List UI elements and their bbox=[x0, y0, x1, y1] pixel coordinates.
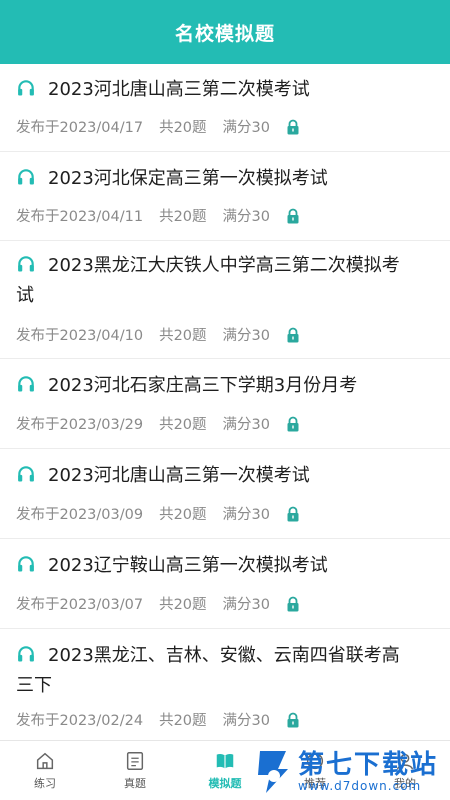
watermark-url: www.d7down.com bbox=[298, 779, 422, 793]
tab-label: 模拟题 bbox=[208, 777, 242, 790]
headphones-icon bbox=[18, 256, 34, 272]
exam-paper-icon bbox=[126, 752, 144, 770]
exam-title-text: 2023黑龙江大庆铁人中学高三第二次模拟考 bbox=[48, 255, 400, 276]
lock-icon bbox=[287, 506, 299, 521]
exam-question-count: 共20题 bbox=[159, 209, 207, 225]
exam-date: 发布于2023/02/24 bbox=[16, 713, 144, 729]
headphones-icon bbox=[18, 376, 34, 392]
exam-item[interactable]: 2023河北唐山高三第二次模考试 发布于2023/04/17 共20题 满分30 bbox=[0, 64, 450, 152]
exam-date: 发布于2023/03/07 bbox=[16, 597, 144, 613]
exam-title-text: 2023黑龙江、吉林、安徽、云南四省联考高 bbox=[48, 645, 400, 666]
lock-icon bbox=[287, 208, 299, 223]
exam-full-score: 满分30 bbox=[222, 120, 270, 136]
page-title: 名校模拟题 bbox=[174, 22, 275, 45]
exam-title-text: 2023辽宁鞍山高三第一次模拟考试 bbox=[48, 555, 328, 576]
exam-title: 2023河北石家庄高三下学期3月份月考 bbox=[16, 371, 434, 401]
watermark-logo-icon bbox=[258, 751, 288, 793]
headphones-icon bbox=[18, 646, 34, 662]
tab-label: 练习 bbox=[34, 777, 56, 790]
exam-item[interactable]: 2023黑龙江大庆铁人中学高三第二次模拟考 试 发布于2023/04/10 共2… bbox=[0, 241, 450, 359]
exam-full-score: 满分30 bbox=[222, 328, 270, 344]
exam-question-count: 共20题 bbox=[159, 713, 207, 729]
exam-title-text: 2023河北唐山高三第二次模考试 bbox=[48, 79, 310, 100]
exam-meta: 发布于2023/03/07 共20题 满分30 bbox=[16, 593, 434, 614]
lock-icon bbox=[287, 416, 299, 431]
exam-full-score: 满分30 bbox=[222, 507, 270, 523]
exam-item[interactable]: 2023黑龙江、吉林、安徽、云南四省联考高 三下 发布于2023/02/24 共… bbox=[0, 629, 450, 749]
exam-list[interactable]: 2023河北唐山高三第二次模考试 发布于2023/04/17 共20题 满分30… bbox=[0, 64, 450, 749]
exam-item[interactable]: 2023辽宁鞍山高三第一次模拟考试 发布于2023/03/07 共20题 满分3… bbox=[0, 539, 450, 629]
exam-title: 2023河北保定高三第一次模拟考试 bbox=[16, 164, 434, 194]
exam-date: 发布于2023/04/10 bbox=[16, 328, 144, 344]
tab-real-exam[interactable]: 真题 bbox=[90, 741, 180, 800]
lock-icon bbox=[287, 327, 299, 342]
exam-item[interactable]: 2023河北保定高三第一次模拟考试 发布于2023/04/11 共20题 满分3… bbox=[0, 152, 450, 241]
headphones-icon bbox=[18, 556, 34, 572]
exam-full-score: 满分30 bbox=[222, 417, 270, 433]
exam-item[interactable]: 2023河北唐山高三第一次模考试 发布于2023/03/09 共20题 满分30 bbox=[0, 449, 450, 539]
exam-title: 2023河北唐山高三第二次模考试 bbox=[16, 75, 434, 105]
watermark: 第七下载站 www.d7down.com bbox=[252, 744, 446, 800]
exam-full-score: 满分30 bbox=[222, 597, 270, 613]
lock-icon bbox=[287, 712, 299, 727]
exam-full-score: 满分30 bbox=[222, 209, 270, 225]
home-icon bbox=[36, 752, 54, 770]
exam-question-count: 共20题 bbox=[159, 597, 207, 613]
exam-date: 发布于2023/03/29 bbox=[16, 417, 144, 433]
exam-meta: 发布于2023/04/17 共20题 满分30 bbox=[16, 116, 434, 137]
exam-date: 发布于2023/03/09 bbox=[16, 507, 144, 523]
lock-icon bbox=[287, 596, 299, 611]
exam-question-count: 共20题 bbox=[159, 120, 207, 136]
exam-title: 2023河北唐山高三第一次模考试 bbox=[16, 461, 434, 491]
exam-title: 2023辽宁鞍山高三第一次模拟考试 bbox=[16, 551, 434, 581]
exam-full-score: 满分30 bbox=[222, 713, 270, 729]
exam-title-wrap: 三下 bbox=[16, 675, 52, 696]
exam-item[interactable]: 2023河北石家庄高三下学期3月份月考 发布于2023/03/29 共20题 满… bbox=[0, 359, 450, 449]
screen: 名校模拟题 2023河北唐山高三第二次模考试 发布于2023/04/17 共20… bbox=[0, 0, 450, 800]
tab-practice[interactable]: 练习 bbox=[0, 741, 90, 800]
headphones-icon bbox=[18, 466, 34, 482]
exam-meta: 发布于2023/02/24 共20题 满分30 bbox=[16, 709, 434, 730]
watermark-name: 第七下载站 bbox=[298, 750, 439, 780]
exam-title: 2023黑龙江、吉林、安徽、云南四省联考高 三下 bbox=[16, 641, 434, 701]
exam-title-text: 2023河北保定高三第一次模拟考试 bbox=[48, 168, 328, 189]
lock-icon bbox=[287, 119, 299, 134]
exam-meta: 发布于2023/04/10 共20题 满分30 bbox=[16, 324, 434, 345]
exam-date: 发布于2023/04/11 bbox=[16, 209, 144, 225]
exam-meta: 发布于2023/03/09 共20题 满分30 bbox=[16, 503, 434, 524]
exam-meta: 发布于2023/04/11 共20题 满分30 bbox=[16, 205, 434, 226]
exam-title-text: 2023河北唐山高三第一次模考试 bbox=[48, 465, 310, 486]
exam-date: 发布于2023/04/17 bbox=[16, 120, 144, 136]
exam-title-text: 2023河北石家庄高三下学期3月份月考 bbox=[48, 375, 358, 396]
headphones-icon bbox=[18, 80, 34, 96]
header-bar: 名校模拟题 bbox=[0, 0, 450, 64]
exam-question-count: 共20题 bbox=[159, 328, 207, 344]
exam-title-wrap: 试 bbox=[16, 285, 34, 306]
exam-title: 2023黑龙江大庆铁人中学高三第二次模拟考 试 bbox=[16, 251, 434, 311]
book-icon bbox=[216, 753, 234, 769]
exam-question-count: 共20题 bbox=[159, 417, 207, 433]
exam-question-count: 共20题 bbox=[159, 507, 207, 523]
tab-label: 真题 bbox=[124, 777, 146, 790]
headphones-icon bbox=[18, 169, 34, 185]
exam-meta: 发布于2023/03/29 共20题 满分30 bbox=[16, 413, 434, 434]
